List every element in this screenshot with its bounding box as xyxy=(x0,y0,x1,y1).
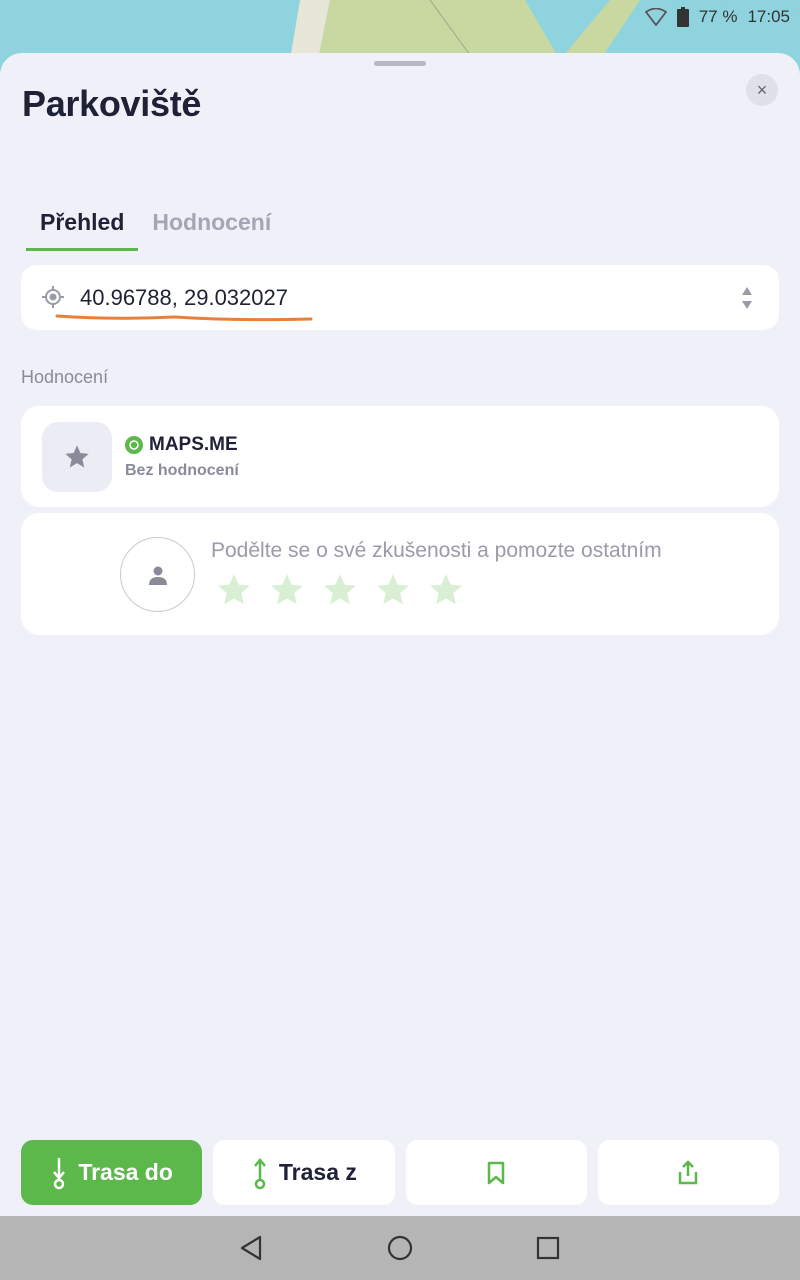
route-to-label: Trasa do xyxy=(78,1159,173,1185)
place-title: Parkoviště xyxy=(22,83,202,124)
bookmark-button[interactable] xyxy=(405,1140,587,1205)
rating-summary-card: MAPS.ME Bez hodnocení xyxy=(21,406,779,507)
coordinates-row[interactable]: 40.96788, 29.032027 xyxy=(21,265,779,330)
recents-icon[interactable] xyxy=(534,1234,562,1262)
home-icon[interactable] xyxy=(386,1234,414,1262)
share-prompt: Podělte se o své zkušenosti a pomozte os… xyxy=(211,539,662,562)
battery-percent: 77 % xyxy=(698,7,738,26)
star-3-icon[interactable] xyxy=(321,571,359,609)
coordinates-underline xyxy=(55,314,313,322)
star-icon xyxy=(65,445,89,468)
rating-source: MAPS.ME xyxy=(125,434,238,456)
rating-badge xyxy=(42,422,112,492)
user-icon xyxy=(148,566,167,585)
location-target-icon xyxy=(42,286,64,308)
mapsme-logo-icon xyxy=(125,436,143,454)
tab-bar: Přehled Hodnocení xyxy=(26,205,285,251)
clock: 17:05 xyxy=(747,7,790,26)
route-from-label: Trasa z xyxy=(278,1159,357,1185)
route-from-icon xyxy=(253,1157,266,1189)
star-5-icon[interactable] xyxy=(427,571,465,609)
star-4-icon[interactable] xyxy=(374,571,412,609)
share-icon xyxy=(679,1159,698,1184)
sort-arrows-icon[interactable] xyxy=(740,285,754,311)
coordinates-value: 40.96788, 29.032027 xyxy=(80,285,288,310)
share-button[interactable] xyxy=(597,1140,779,1205)
battery-icon xyxy=(676,7,689,27)
rating-status: Bez hodnocení xyxy=(125,462,239,479)
route-to-icon xyxy=(53,1157,66,1189)
avatar xyxy=(120,537,195,612)
wifi-icon xyxy=(644,8,667,26)
share-experience-card: Podělte se o své zkušenosti a pomozte os… xyxy=(21,513,779,635)
status-bar: 77 % 17:05 xyxy=(644,4,790,30)
tab-ratings[interactable]: Hodnocení xyxy=(138,205,285,251)
close-button[interactable]: × xyxy=(746,74,778,106)
route-to-button[interactable]: Trasa do xyxy=(21,1140,203,1205)
sheet-grabber[interactable] xyxy=(374,61,426,66)
place-bottom-sheet: Parkoviště × Přehled Hodnocení 40.96788,… xyxy=(0,53,800,1216)
bookmark-icon xyxy=(487,1161,505,1184)
back-icon[interactable] xyxy=(238,1234,266,1262)
rating-source-name: MAPS.ME xyxy=(149,434,238,455)
close-icon: × xyxy=(756,79,768,100)
system-navigation-bar xyxy=(0,1216,800,1280)
star-1-icon[interactable] xyxy=(215,571,253,609)
route-from-button[interactable]: Trasa z xyxy=(213,1140,395,1205)
action-bar: Trasa do Trasa z xyxy=(21,1140,779,1205)
star-2-icon[interactable] xyxy=(268,571,306,609)
star-rating-input[interactable] xyxy=(215,571,465,609)
tab-overview[interactable]: Přehled xyxy=(26,205,139,251)
ratings-section-label: Hodnocení xyxy=(21,367,109,387)
